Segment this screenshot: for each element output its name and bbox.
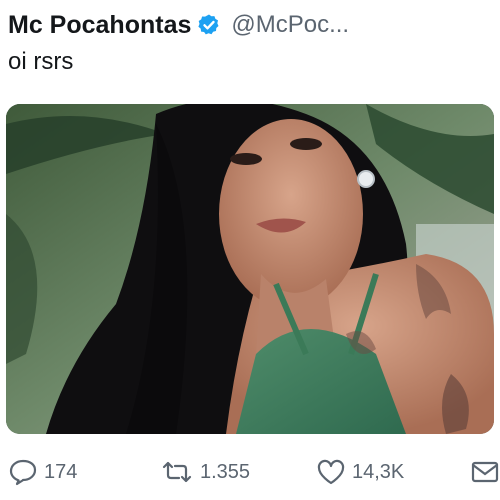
verified-badge-icon [197,13,221,37]
tweet-header: Mc Pocahontas @McPoc... [8,8,492,42]
tweet-text: oi rsrs [8,48,74,75]
retweet-icon [162,461,192,483]
reply-count: 174 [44,460,78,483]
display-name[interactable]: Mc Pocahontas [8,11,191,40]
user-handle[interactable]: @McPoc... [231,11,349,39]
tweet-photo[interactable] [6,104,494,434]
heart-icon [317,459,345,485]
like-button[interactable]: 14,3K [316,458,404,486]
photo-image [6,104,494,434]
reply-button[interactable]: 174 [8,458,77,486]
retweet-count: 1.355 [200,460,251,483]
like-count: 14,3K [352,460,405,483]
retweet-button[interactable]: 1.355 [160,459,250,485]
reply-icon [9,459,37,486]
envelope-icon [471,461,499,483]
direct-message-button[interactable] [470,459,500,485]
tweet-actions: 174 1.355 14,3K [0,450,500,494]
